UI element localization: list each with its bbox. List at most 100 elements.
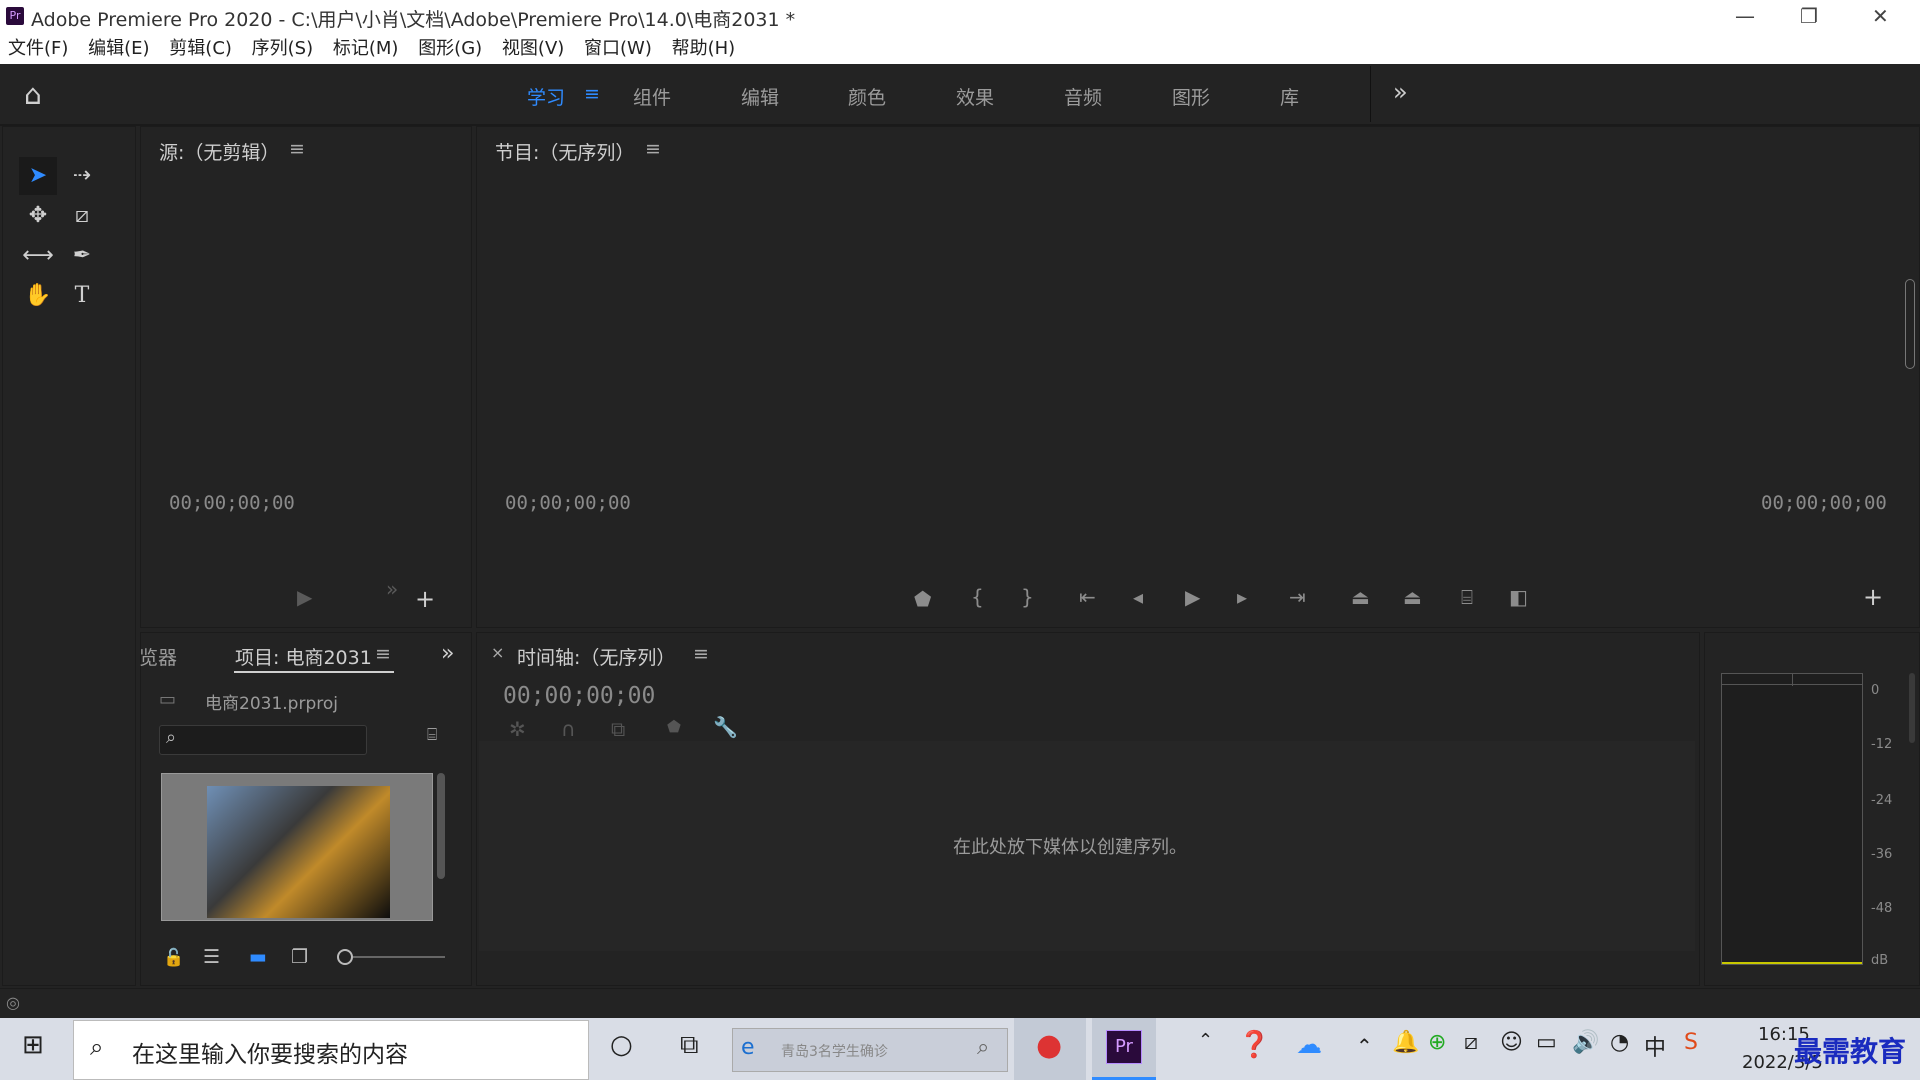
type-tool-icon[interactable]: T bbox=[63, 277, 101, 315]
program-scroll-handle[interactable] bbox=[1905, 279, 1915, 369]
menu-sequence[interactable]: 序列(S) bbox=[252, 34, 313, 64]
comparison-view-icon[interactable]: ◧ bbox=[1509, 585, 1528, 609]
program-panel-menu-icon[interactable]: ≡ bbox=[645, 138, 661, 160]
tray-app-icon[interactable]: ⊕ bbox=[1428, 1030, 1446, 1055]
qq-icon[interactable]: ☺ bbox=[1500, 1030, 1523, 1055]
timeline-panel-menu-icon[interactable]: ≡ bbox=[693, 643, 709, 665]
step-forward-icon[interactable]: ▸ bbox=[1237, 585, 1247, 609]
source-play-icon[interactable]: ▶ bbox=[297, 585, 312, 609]
step-back-icon[interactable]: ◂ bbox=[1133, 585, 1143, 609]
task-view-icon[interactable]: ⧉ bbox=[680, 1030, 699, 1061]
workspace-effects[interactable]: 效果 bbox=[956, 83, 994, 110]
weather-icon[interactable]: ☁ bbox=[1296, 1030, 1322, 1060]
browser-search-box[interactable]: e 青岛3名学生确诊 ⌕ bbox=[732, 1028, 1008, 1072]
workspace-color[interactable]: 颜色 bbox=[848, 83, 886, 110]
workspace-assembly[interactable]: 组件 bbox=[633, 83, 671, 110]
zoom-slider-track[interactable] bbox=[353, 956, 445, 958]
freeform-view-icon[interactable]: ❐ bbox=[291, 946, 308, 968]
restore-icon[interactable]: ❐ bbox=[1800, 4, 1818, 28]
meter-scroll-handle[interactable] bbox=[1909, 673, 1915, 743]
play-icon[interactable]: ▶ bbox=[1185, 585, 1200, 609]
workspace-graphics[interactable]: 图形 bbox=[1172, 83, 1210, 110]
menu-file[interactable]: 文件(F) bbox=[8, 34, 68, 64]
menu-edit[interactable]: 编辑(E) bbox=[88, 34, 149, 64]
workspace-libraries[interactable]: 库 bbox=[1280, 83, 1299, 110]
project-scrollbar[interactable] bbox=[437, 773, 445, 879]
home-icon[interactable]: ⌂ bbox=[24, 78, 42, 111]
tray-screen-icon[interactable]: ⧄ bbox=[1464, 1030, 1478, 1055]
workspace-audio[interactable]: 音频 bbox=[1064, 83, 1102, 110]
workspace-overflow-icon[interactable]: » bbox=[1393, 78, 1408, 106]
ripple-edit-tool-icon[interactable]: ✥ bbox=[19, 197, 57, 235]
linked-selection-icon[interactable]: ⧉ bbox=[611, 717, 625, 741]
help-icon[interactable]: ❓ bbox=[1238, 1030, 1270, 1060]
hand-tool-icon[interactable]: ✋ bbox=[19, 277, 57, 315]
snap-magnet-icon[interactable]: ∩ bbox=[561, 717, 576, 741]
volume-icon[interactable]: 🔊 bbox=[1572, 1030, 1599, 1055]
selection-tool-icon[interactable]: ➤ bbox=[19, 157, 57, 195]
workspace-editing[interactable]: 编辑 bbox=[741, 83, 779, 110]
new-bin-search-icon[interactable]: ⌸ bbox=[427, 725, 437, 745]
menu-window[interactable]: 窗口(W) bbox=[584, 34, 652, 64]
add-marker-icon[interactable]: ⬟ bbox=[914, 587, 931, 611]
timeline-close-icon[interactable]: × bbox=[491, 643, 504, 662]
wifi-icon[interactable]: ◔ bbox=[1610, 1030, 1629, 1055]
timeline-empty-message: 在此处放下媒体以创建序列。 bbox=[953, 837, 1187, 858]
lock-icon[interactable]: 🔓 bbox=[163, 948, 184, 968]
sync-status-icon[interactable]: ◎ bbox=[6, 993, 20, 1012]
menu-clip[interactable]: 剪辑(C) bbox=[169, 34, 232, 64]
source-overflow-icon[interactable]: » bbox=[386, 577, 398, 601]
zoom-slider-handle[interactable] bbox=[337, 949, 353, 965]
wrench-settings-icon[interactable]: 🔧 bbox=[713, 715, 738, 739]
go-to-out-icon[interactable]: ⇥ bbox=[1289, 585, 1306, 609]
minimize-icon[interactable]: — bbox=[1735, 4, 1755, 28]
mark-in-icon[interactable]: { bbox=[971, 585, 984, 609]
show-hidden-icons-icon[interactable]: ⌃ bbox=[1356, 1034, 1373, 1058]
timeline-marker-icon[interactable]: ⬟ bbox=[667, 717, 681, 736]
close-icon[interactable]: ✕ bbox=[1872, 4, 1889, 28]
nest-icon[interactable]: ✲ bbox=[509, 717, 526, 741]
track-select-tool-icon[interactable]: ⇢ bbox=[63, 157, 101, 195]
icon-view-icon[interactable]: ▬ bbox=[249, 946, 267, 968]
notification-bell-icon[interactable]: 🔔 bbox=[1392, 1030, 1419, 1055]
program-add-button-icon[interactable]: + bbox=[1863, 583, 1883, 611]
workspace-menu-icon[interactable]: ≡ bbox=[584, 83, 600, 105]
project-overflow-icon[interactable]: » bbox=[441, 641, 454, 666]
pen-tool-icon[interactable]: ✒ bbox=[63, 237, 101, 275]
project-tab[interactable]: 项目: 电商2031 bbox=[235, 643, 372, 670]
source-panel-menu-icon[interactable]: ≡ bbox=[289, 138, 305, 160]
media-thumbnail[interactable] bbox=[161, 773, 433, 921]
source-add-button-icon[interactable]: + bbox=[415, 585, 435, 613]
cortana-icon[interactable]: ○ bbox=[610, 1030, 633, 1060]
project-search-input[interactable]: ⌕ bbox=[159, 725, 367, 755]
lift-icon[interactable]: ⏏ bbox=[1351, 585, 1370, 609]
list-view-icon[interactable]: ☰ bbox=[203, 946, 220, 968]
menu-view[interactable]: 视图(V) bbox=[502, 34, 564, 64]
menu-graphics[interactable]: 图形(G) bbox=[418, 34, 482, 64]
sogou-ime-icon[interactable]: S bbox=[1684, 1030, 1698, 1055]
battery-icon[interactable]: ▭ bbox=[1536, 1030, 1557, 1055]
media-browser-tab[interactable]: 览器 bbox=[139, 643, 177, 670]
windows-start-icon[interactable]: ⊞ bbox=[22, 1030, 44, 1060]
source-panel-title: 源:（无剪辑） bbox=[159, 142, 280, 164]
premiere-logo-icon: Pr bbox=[6, 7, 24, 25]
timeline-timecode: 00;00;00;00 bbox=[503, 683, 656, 709]
taskbar-scroll-icon[interactable]: ⌃ bbox=[1198, 1030, 1213, 1051]
go-to-in-icon[interactable]: ⇤ bbox=[1079, 585, 1096, 609]
ime-indicator[interactable]: 中 bbox=[1644, 1030, 1666, 1062]
workspace-learn[interactable]: 学习 bbox=[527, 83, 565, 110]
project-panel-menu-icon[interactable]: ≡ bbox=[375, 643, 391, 665]
extract-icon[interactable]: ⏏ bbox=[1403, 585, 1422, 609]
slip-tool-icon[interactable]: ⟷ bbox=[19, 237, 57, 275]
razor-tool-icon[interactable]: ⧄ bbox=[63, 197, 101, 235]
menu-markers[interactable]: 标记(M) bbox=[333, 34, 399, 64]
tools-panel: ➤ ⇢ ✥ ⧄ ⟷ ✒ ✋ T bbox=[2, 126, 136, 986]
export-frame-camera-icon[interactable]: ⌸ bbox=[1461, 585, 1473, 609]
mark-out-icon[interactable]: } bbox=[1021, 585, 1034, 609]
taskbar-app-recorder[interactable]: ● bbox=[1014, 1018, 1086, 1080]
meter-label-48: -48 bbox=[1871, 901, 1893, 916]
taskbar-search-box[interactable]: ⌕ 在这里输入你要搜索的内容 bbox=[73, 1020, 589, 1080]
taskbar-app-premiere[interactable]: Pr bbox=[1092, 1018, 1156, 1080]
menu-help[interactable]: 帮助(H) bbox=[672, 34, 736, 64]
title-bar: Pr Adobe Premiere Pro 2020 - C:\用户\小肖\文档… bbox=[0, 0, 1920, 34]
